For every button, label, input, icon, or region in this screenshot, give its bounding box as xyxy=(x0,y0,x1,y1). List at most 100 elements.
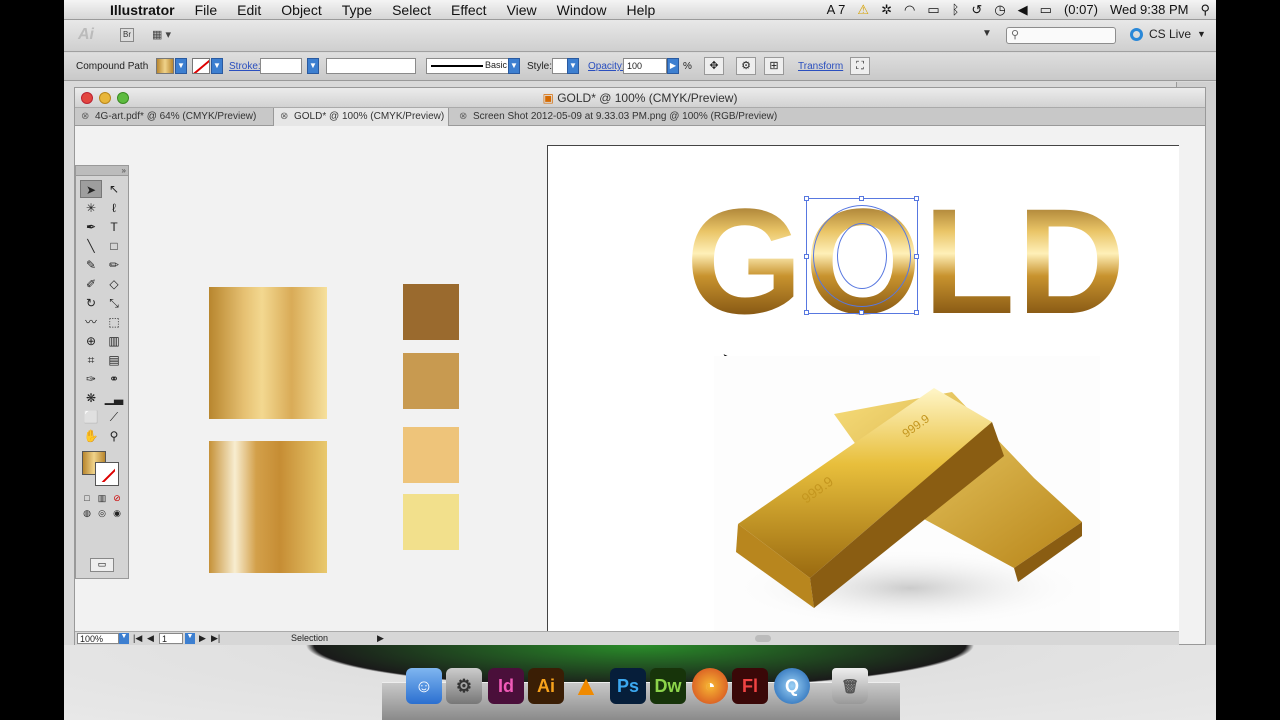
eyedropper-tool-icon[interactable]: ✑ xyxy=(80,370,102,388)
draw-behind-icon[interactable]: ◎ xyxy=(95,506,109,520)
wifi-icon[interactable]: ◠ xyxy=(898,2,921,18)
hand-tool-icon[interactable]: ✋ xyxy=(80,427,102,445)
artboard-tool-icon[interactable]: ⬜ xyxy=(80,408,102,426)
menu-help[interactable]: Help xyxy=(616,2,665,18)
selection-tool-icon[interactable]: ➤ xyxy=(80,180,102,198)
volume-icon[interactable]: ◀ xyxy=(1012,2,1034,18)
type-tool-icon[interactable]: T xyxy=(103,218,125,236)
resize-handle[interactable] xyxy=(804,310,809,315)
resize-handle[interactable] xyxy=(914,196,919,201)
stroke-panel-link[interactable]: Stroke: xyxy=(229,61,261,72)
opacity-dropdown-icon[interactable]: ▶ xyxy=(667,58,679,74)
eraser-tool-icon[interactable]: ◇ xyxy=(103,275,125,293)
lasso-tool-icon[interactable]: ℓ xyxy=(103,199,125,217)
tab-gold[interactable]: ⊗ GOLD* @ 100% (CMYK/Preview) xyxy=(273,108,449,126)
battery-icon[interactable]: ▭ xyxy=(1034,2,1058,18)
paintbrush-tool-icon[interactable]: ✎ xyxy=(80,256,102,274)
close-tab-icon[interactable]: ⊗ xyxy=(280,108,288,126)
clock-icon[interactable]: ◷ xyxy=(988,2,1011,18)
stroke-swatch[interactable] xyxy=(95,462,119,486)
system-preferences-icon[interactable]: ⚙ xyxy=(446,668,482,704)
gold-gradient-rect-1[interactable] xyxy=(209,287,327,419)
menu-type[interactable]: Type xyxy=(332,2,382,18)
tab-screenshot[interactable]: ⊗ Screen Shot 2012-05-09 at 9.33.03 PM.p… xyxy=(453,108,793,126)
menu-effect[interactable]: Effect xyxy=(441,2,497,18)
swatch-medium-gold[interactable] xyxy=(403,353,459,409)
minimize-window-icon[interactable] xyxy=(99,92,111,104)
menu-select[interactable]: Select xyxy=(382,2,441,18)
zoom-window-icon[interactable] xyxy=(117,92,129,104)
shape-builder-tool-icon[interactable]: ⊕ xyxy=(80,332,102,350)
vlc-icon[interactable]: ▲ xyxy=(568,668,604,704)
fill-dropdown-icon[interactable]: ▼ xyxy=(175,58,187,74)
spotlight-icon[interactable]: ⚲ xyxy=(1194,2,1216,18)
swatch-dark-gold[interactable] xyxy=(403,284,459,340)
gold-bars-image[interactable]: 999.9 999.9 xyxy=(714,356,1100,631)
perspective-grid-tool-icon[interactable]: ▥ xyxy=(103,332,125,350)
tab-4g-art[interactable]: ⊗ 4G-art.pdf* @ 64% (CMYK/Preview) xyxy=(75,108,273,126)
variable-width-profile-field[interactable] xyxy=(326,58,416,74)
help-search-input[interactable]: ⚲ xyxy=(1006,27,1116,44)
fill-color-swatch[interactable] xyxy=(156,58,174,74)
indesign-icon[interactable]: Id xyxy=(488,668,524,704)
canvas[interactable]: GOLD ➤ › xyxy=(75,127,1179,631)
blend-tool-icon[interactable]: ⚭ xyxy=(103,370,125,388)
zoom-dropdown-icon[interactable]: ▼ xyxy=(119,633,129,644)
blob-brush-tool-icon[interactable]: ✐ xyxy=(80,275,102,293)
document-setup-icon[interactable]: ⚙ xyxy=(736,57,756,75)
draw-inside-icon[interactable]: ◉ xyxy=(110,506,124,520)
resize-handle[interactable] xyxy=(859,310,864,315)
bridge-button[interactable]: Br xyxy=(120,28,134,42)
status-menu-icon[interactable]: ▶ xyxy=(377,633,384,644)
artboard-dropdown-icon[interactable]: ▼ xyxy=(185,633,195,644)
workspace-dropdown-icon[interactable]: ▼ xyxy=(982,28,992,39)
menu-window[interactable]: Window xyxy=(547,2,617,18)
resize-handle[interactable] xyxy=(804,254,809,259)
app-menu[interactable]: Illustrator xyxy=(104,2,185,18)
pencil-tool-icon[interactable]: ✏ xyxy=(103,256,125,274)
warp-tool-icon[interactable]: 〰 xyxy=(80,313,102,331)
isolate-group-icon[interactable]: ⛶ xyxy=(850,57,870,75)
adobe-updates-icon[interactable]: A 7 xyxy=(821,2,852,17)
close-tab-icon[interactable]: ⊗ xyxy=(81,108,89,126)
resize-handle[interactable] xyxy=(804,196,809,201)
trash-icon[interactable]: 🗑 xyxy=(832,668,868,704)
clock-time[interactable]: Wed 9:38 PM xyxy=(1104,2,1195,17)
opacity-field[interactable]: 100 xyxy=(623,58,667,74)
gradient-tool-icon[interactable]: ▤ xyxy=(103,351,125,369)
screen-mode-icon[interactable]: ▭ xyxy=(90,558,114,572)
sync-icon[interactable]: ✲ xyxy=(875,2,898,18)
first-artboard-icon[interactable]: |◀ xyxy=(133,633,142,644)
warning-icon[interactable]: ⚠ xyxy=(851,2,875,18)
stroke-color-swatch[interactable] xyxy=(192,58,210,74)
zoom-level-field[interactable]: 100% xyxy=(77,633,119,644)
swatch-light-gold[interactable] xyxy=(403,427,459,483)
finder-icon[interactable]: ☺ xyxy=(406,668,442,704)
photoshop-icon[interactable]: Ps xyxy=(610,668,646,704)
stroke-weight-dropdown-icon[interactable]: ▼ xyxy=(307,58,319,74)
gradient-mode-icon[interactable]: ▥ xyxy=(95,491,109,505)
menu-edit[interactable]: Edit xyxy=(227,2,271,18)
transform-panel-link[interactable]: Transform xyxy=(798,61,843,72)
line-tool-icon[interactable]: ╲ xyxy=(80,237,102,255)
artboard[interactable]: GOLD ➤ › xyxy=(547,145,1179,631)
last-artboard-icon[interactable]: ▶| xyxy=(211,633,220,644)
menu-object[interactable]: Object xyxy=(271,2,331,18)
selection-bounding-box[interactable] xyxy=(804,196,919,315)
artboard-number-field[interactable]: 1 xyxy=(159,633,183,644)
rotate-tool-icon[interactable]: ↻ xyxy=(80,294,102,312)
close-tab-icon[interactable]: ⊗ xyxy=(459,108,467,126)
resize-handle[interactable] xyxy=(914,310,919,315)
opacity-panel-link[interactable]: Opacity: xyxy=(588,61,625,72)
firefox-icon[interactable]: ◔ xyxy=(692,668,728,704)
resize-handle[interactable] xyxy=(859,196,864,201)
rectangle-tool-icon[interactable]: □ xyxy=(103,237,125,255)
mesh-tool-icon[interactable]: ⌗ xyxy=(80,351,102,369)
resize-handle[interactable] xyxy=(914,254,919,259)
scale-tool-icon[interactable]: ⤡ xyxy=(103,294,125,312)
color-mode-icon[interactable]: □ xyxy=(80,491,94,505)
brush-definition-field[interactable]: Basic xyxy=(426,58,518,74)
none-mode-icon[interactable]: ⊘ xyxy=(110,491,124,505)
close-window-icon[interactable] xyxy=(81,92,93,104)
menu-view[interactable]: View xyxy=(497,2,547,18)
